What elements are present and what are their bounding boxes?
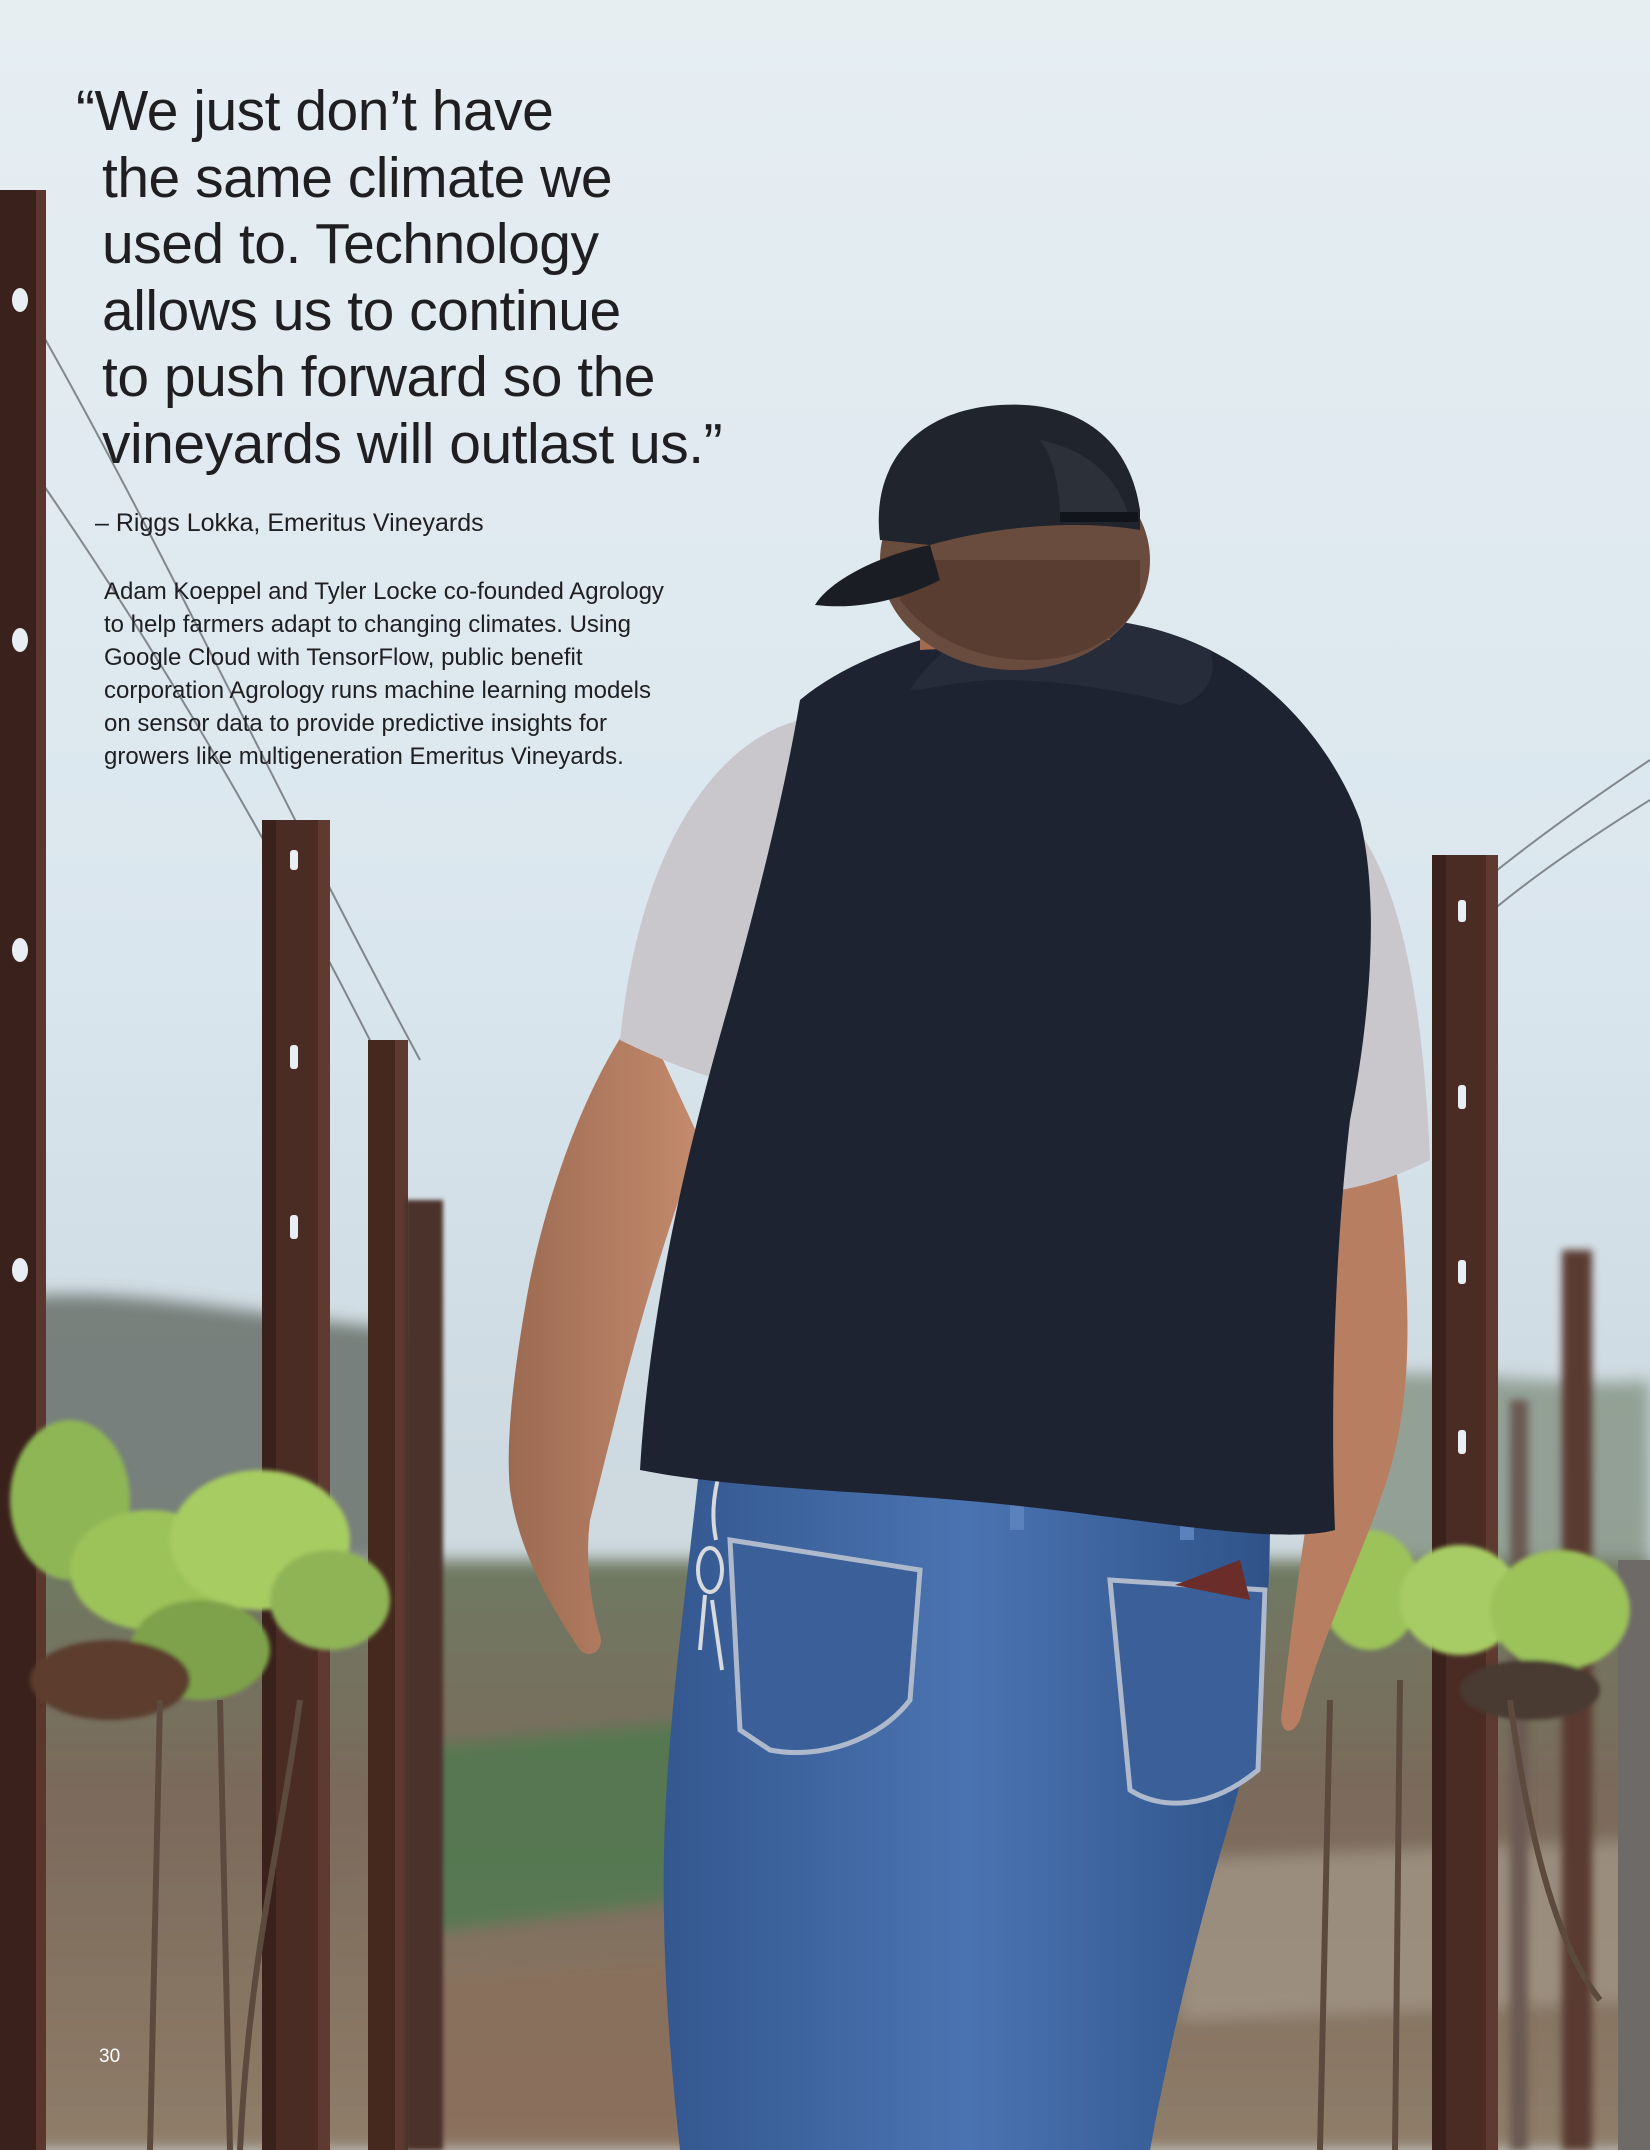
- left-post: [0, 190, 46, 2150]
- page-number: 30: [99, 2046, 121, 2067]
- body-paragraph: Adam Koeppel and Tyler Locke co-founded …: [104, 575, 724, 773]
- quote-attribution: – Riggs Lokka, Emeritus Vineyards: [95, 509, 484, 537]
- pull-quote-line: “We just don’t have: [76, 79, 554, 143]
- pull-quote-line: the same climate we: [102, 145, 613, 210]
- body-line: to help farmers adapt to changing climat…: [104, 611, 631, 638]
- body-line: Adam Koeppel and Tyler Locke co-founded …: [104, 578, 664, 605]
- pull-quote-line: allows us to continue: [102, 278, 621, 343]
- pull-quote-line: vineyards will outlast us.”: [102, 411, 723, 476]
- pull-quote-line: used to. Technology: [102, 212, 599, 276]
- pull-quote-line: to push forward so the: [102, 345, 656, 409]
- pull-quote: “We just don’t have the same climate we …: [76, 78, 756, 477]
- body-line: on sensor data to provide predictive ins…: [104, 710, 607, 737]
- body-line: growers like multigeneration Emeritus Vi…: [104, 743, 624, 770]
- body-line: Google Cloud with TensorFlow, public ben…: [104, 644, 583, 671]
- body-line: corporation Agrology runs machine learni…: [104, 677, 651, 704]
